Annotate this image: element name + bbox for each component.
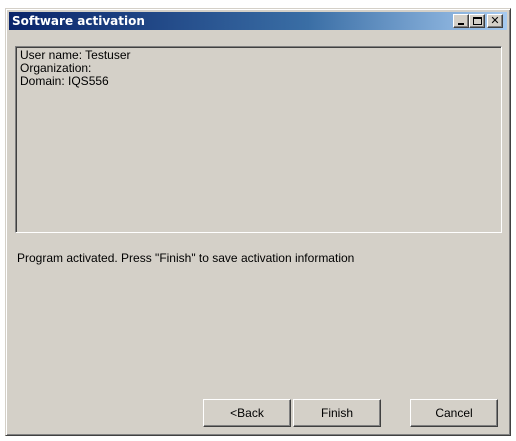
title-bar[interactable]: Software activation ✕ xyxy=(9,12,507,30)
domain-line: Domain: IQS556 xyxy=(20,74,109,88)
user-name-line: User name: Testuser xyxy=(20,48,131,62)
status-message: Program activated. Press "Finish" to sav… xyxy=(17,251,355,265)
close-icon: ✕ xyxy=(490,14,500,27)
finish-button[interactable]: Finish xyxy=(293,399,381,427)
maximize-button[interactable] xyxy=(469,14,485,28)
minimize-button[interactable] xyxy=(453,14,469,28)
cancel-button[interactable]: Cancel xyxy=(410,399,498,427)
close-button[interactable]: ✕ xyxy=(487,14,503,28)
minimize-icon xyxy=(458,23,464,25)
window-title: Software activation xyxy=(12,14,145,28)
activation-window: Software activation ✕ User name: Testuse… xyxy=(5,8,511,436)
maximize-icon xyxy=(473,17,482,25)
activation-info-panel: User name: Testuser Organization: Domain… xyxy=(15,46,502,233)
back-button[interactable]: <Back xyxy=(203,399,291,427)
